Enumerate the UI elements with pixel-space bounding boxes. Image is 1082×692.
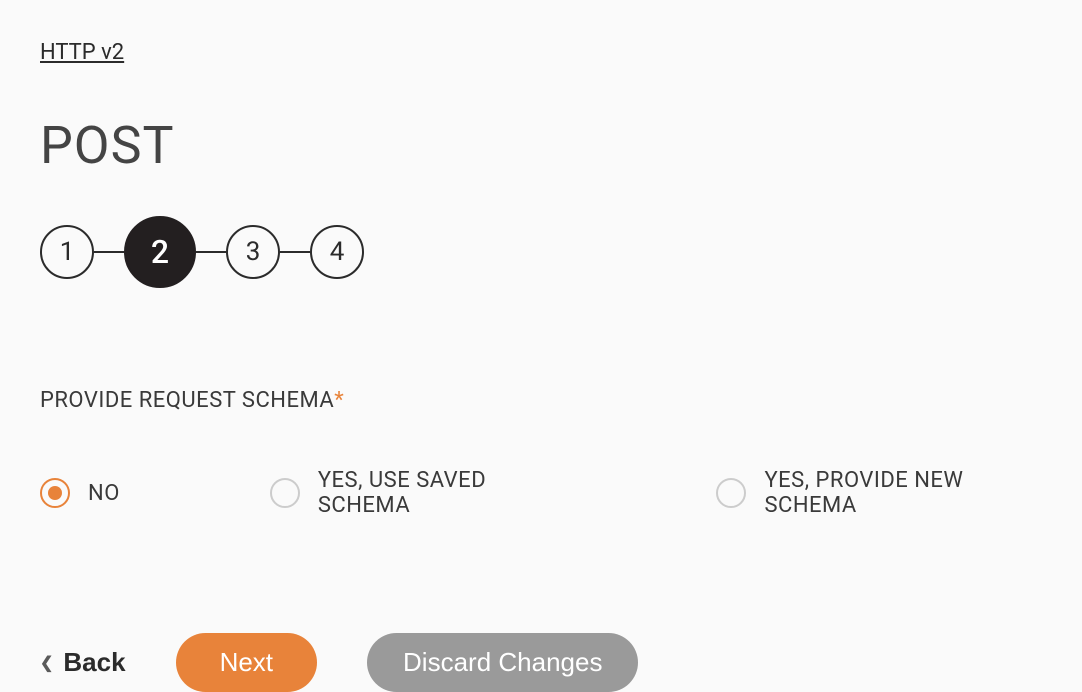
action-bar: ❮ Back Next Discard Changes — [40, 633, 1042, 692]
step-1[interactable]: 1 — [40, 225, 94, 279]
required-asterisk: * — [334, 388, 344, 413]
radio-group: NO YES, USE SAVED SCHEMA YES, PROVIDE NE… — [40, 468, 1042, 518]
discard-button[interactable]: Discard Changes — [367, 633, 638, 692]
step-connector — [94, 251, 124, 253]
radio-circle — [716, 478, 746, 508]
radio-dot-icon — [48, 486, 62, 500]
breadcrumb-link[interactable]: HTTP v2 — [40, 40, 124, 65]
radio-circle — [270, 478, 300, 508]
section-label-text: PROVIDE REQUEST SCHEMA — [40, 388, 334, 413]
radio-option-yes-saved[interactable]: YES, USE SAVED SCHEMA — [270, 468, 567, 518]
chevron-left-icon: ❮ — [40, 653, 53, 673]
next-button[interactable]: Next — [176, 633, 317, 692]
section-label: PROVIDE REQUEST SCHEMA* — [40, 388, 1042, 413]
back-button[interactable]: ❮ Back — [40, 647, 126, 678]
radio-label: NO — [88, 481, 120, 506]
step-4[interactable]: 4 — [310, 225, 364, 279]
page-title: POST — [40, 115, 1042, 176]
back-button-label: Back — [63, 647, 125, 678]
stepper: 1 2 3 4 — [40, 216, 1042, 288]
step-connector — [280, 251, 310, 253]
step-2[interactable]: 2 — [124, 216, 196, 288]
step-connector — [196, 251, 226, 253]
radio-label: YES, USE SAVED SCHEMA — [318, 468, 567, 518]
radio-circle — [40, 478, 70, 508]
step-3[interactable]: 3 — [226, 225, 280, 279]
radio-option-yes-new[interactable]: YES, PROVIDE NEW SCHEMA — [716, 468, 1042, 518]
radio-option-no[interactable]: NO — [40, 468, 120, 518]
radio-label: YES, PROVIDE NEW SCHEMA — [764, 468, 1042, 518]
